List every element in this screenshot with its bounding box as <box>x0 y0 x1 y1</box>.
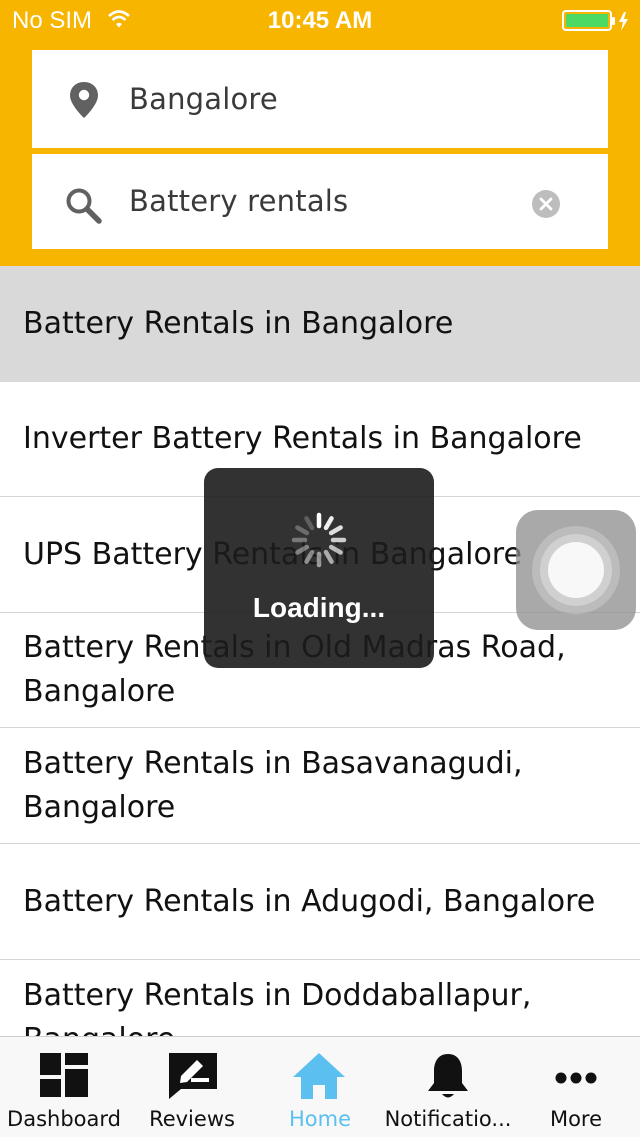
tab-home[interactable]: Home <box>256 1037 384 1137</box>
battery-icon <box>562 10 628 31</box>
suggestion-text: Battery Rentals in Adugodi, Bangalore <box>23 883 596 919</box>
tab-more[interactable]: More <box>512 1037 640 1137</box>
search-icon <box>66 188 102 224</box>
location-value: Bangalore <box>129 82 278 116</box>
status-bar: No SIM 10:45 AM <box>0 0 640 40</box>
tab-label: Dashboard <box>7 1107 121 1131</box>
suggestion-text: Battery Rentals in Basavanagudi, Bangalo… <box>23 745 523 825</box>
location-field[interactable]: Bangalore <box>32 50 608 148</box>
loading-label: Loading... <box>252 592 386 623</box>
search-query-value: Battery rentals <box>129 184 349 218</box>
tab-reviews[interactable]: Reviews <box>128 1037 256 1137</box>
suggestion-row[interactable]: Battery Rentals in Bangalore <box>0 266 640 382</box>
home-icon <box>293 1053 345 1099</box>
header: No SIM 10:45 AM Bangalore Battery rental… <box>0 0 640 266</box>
suggestion-row[interactable]: Battery Rentals in Basavanagudi, Bangalo… <box>0 728 640 844</box>
search-field[interactable]: Battery rentals <box>32 154 608 249</box>
suggestion-text: Inverter Battery Rentals in Bangalore <box>23 421 582 456</box>
tab-label: Notificatio... <box>384 1107 512 1131</box>
location-pin-icon <box>70 82 98 118</box>
tab-bar: Dashboard Reviews Home Notificatio... Mo… <box>0 1036 640 1137</box>
assistive-touch-button[interactable] <box>516 510 636 630</box>
dashboard-icon <box>40 1053 88 1097</box>
reviews-icon <box>169 1053 217 1099</box>
tab-label: More <box>549 1107 603 1131</box>
tab-label: Home <box>288 1107 351 1131</box>
assistive-touch-icon <box>532 526 620 614</box>
loading-overlay: Loading... <box>204 468 434 668</box>
tab-notifications[interactable]: Notificatio... <box>384 1037 512 1137</box>
suggestion-text: Battery Rentals in Bangalore <box>23 306 454 341</box>
clock: 10:45 AM <box>267 7 373 34</box>
suggestion-row[interactable]: Battery Rentals in Adugodi, Bangalore <box>0 844 640 960</box>
loading-spinner-icon <box>291 512 347 568</box>
more-icon <box>555 1072 597 1084</box>
bell-icon <box>428 1054 468 1098</box>
tab-label: Reviews <box>149 1107 235 1131</box>
tab-dashboard[interactable]: Dashboard <box>0 1037 128 1137</box>
clear-search-icon[interactable] <box>531 189 561 219</box>
